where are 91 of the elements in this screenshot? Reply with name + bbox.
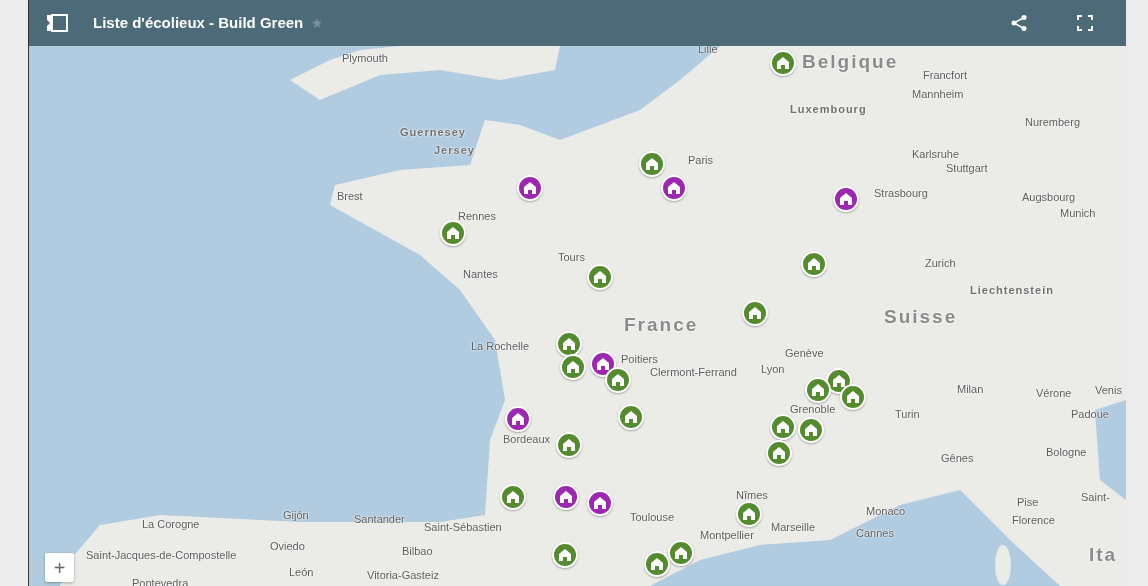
house-icon bbox=[772, 446, 786, 460]
fullscreen-icon[interactable] bbox=[1076, 14, 1094, 32]
map-label: Tours bbox=[558, 252, 585, 263]
house-icon bbox=[846, 390, 860, 404]
map-label: Gijón bbox=[283, 510, 309, 521]
map-label: Montpellier bbox=[700, 530, 754, 541]
house-icon bbox=[811, 383, 825, 397]
map-label: Grenoble bbox=[790, 404, 836, 415]
map-label: Suisse bbox=[884, 307, 958, 326]
house-icon bbox=[523, 181, 537, 195]
house-icon bbox=[807, 257, 821, 271]
map-label: Gênes bbox=[941, 453, 974, 464]
house-icon bbox=[776, 56, 790, 70]
map-label: La Rochelle bbox=[471, 341, 530, 352]
house-icon bbox=[804, 423, 818, 437]
map-label: Munich bbox=[1060, 208, 1096, 219]
house-icon bbox=[446, 226, 460, 240]
house-icon bbox=[832, 374, 846, 388]
house-icon bbox=[645, 157, 659, 171]
map-label: León bbox=[289, 567, 314, 578]
map-label: France bbox=[624, 315, 699, 334]
map-label: Mannheim bbox=[912, 89, 964, 100]
share-icon[interactable] bbox=[1010, 14, 1028, 32]
map-label: Saint- bbox=[1081, 492, 1110, 503]
map-label: Turin bbox=[895, 409, 920, 420]
house-icon bbox=[674, 546, 688, 560]
map-label: Nîmes bbox=[736, 490, 768, 501]
map-label: Saint-Jacques-de-Compostelle bbox=[86, 550, 237, 561]
house-icon bbox=[839, 192, 853, 206]
map-label: Nantes bbox=[463, 269, 498, 280]
map-label: Luxembourg bbox=[790, 104, 867, 115]
map-label: Monaco bbox=[866, 506, 906, 517]
map-label: Guernesey bbox=[400, 127, 466, 138]
house-icon bbox=[562, 337, 576, 351]
house-icon bbox=[667, 181, 681, 195]
map-label: Nuremberg bbox=[1025, 117, 1081, 128]
map-label: La Corogne bbox=[142, 519, 200, 530]
map-label: Lille bbox=[698, 46, 718, 55]
map-label: Francfort bbox=[923, 70, 967, 81]
map-label: Zurich bbox=[925, 258, 956, 269]
house-icon bbox=[650, 557, 664, 571]
house-icon bbox=[748, 306, 762, 320]
map-label: Marseille bbox=[771, 522, 815, 533]
map-label: Clermont-Ferrand bbox=[650, 367, 737, 378]
map-label: Rennes bbox=[458, 211, 496, 222]
sidebar-toggle-icon[interactable] bbox=[45, 13, 69, 33]
map-label: Oviedo bbox=[270, 541, 305, 552]
map-label: Karlsruhe bbox=[912, 149, 960, 160]
map-label: Vitoria-Gasteiz bbox=[367, 570, 439, 581]
map-label: Bilbao bbox=[402, 546, 433, 557]
map-label: Plymouth bbox=[342, 53, 388, 64]
map-label: Saint-Sébastien bbox=[424, 522, 502, 533]
map-label: Stuttgart bbox=[946, 163, 988, 174]
house-icon bbox=[558, 548, 572, 562]
map-label: Bologne bbox=[1046, 447, 1087, 458]
house-icon bbox=[566, 360, 580, 374]
map-label: Bordeaux bbox=[503, 434, 551, 445]
map-title: Liste d'écolieux - Build Green bbox=[93, 12, 304, 33]
house-icon bbox=[742, 507, 756, 521]
map-label: Brest bbox=[337, 191, 363, 202]
map-label: Strasbourg bbox=[874, 188, 928, 199]
map-label: Padoue bbox=[1071, 409, 1109, 420]
house-icon bbox=[611, 373, 625, 387]
house-icon bbox=[624, 410, 638, 424]
map-label: Paris bbox=[688, 155, 714, 166]
map-label: Venis bbox=[1095, 385, 1122, 396]
map-label: Florence bbox=[1012, 515, 1055, 526]
map-label: Cannes bbox=[856, 528, 894, 539]
map-label: Belgique bbox=[802, 52, 899, 71]
map-label: Santander bbox=[354, 514, 405, 525]
house-icon bbox=[593, 270, 607, 284]
map-label: Ita bbox=[1089, 545, 1118, 564]
house-icon bbox=[506, 490, 520, 504]
house-icon bbox=[559, 490, 573, 504]
map-label: Lyon bbox=[761, 364, 785, 375]
map-label: Jersey bbox=[434, 145, 475, 156]
map-label: Vérone bbox=[1036, 388, 1072, 399]
house-icon bbox=[511, 412, 525, 426]
map-label: Liechtenstein bbox=[970, 285, 1054, 296]
house-icon bbox=[593, 496, 607, 510]
map-label: Toulouse bbox=[630, 512, 675, 523]
map-label: Genève bbox=[785, 348, 824, 359]
house-icon bbox=[776, 420, 790, 434]
map-label: Poitiers bbox=[621, 354, 658, 365]
star-icon[interactable] bbox=[311, 17, 324, 29]
map-label: Pise bbox=[1017, 497, 1039, 508]
house-icon bbox=[596, 357, 610, 371]
map-label: Milan bbox=[957, 384, 984, 395]
map-label: Augsbourg bbox=[1022, 192, 1076, 203]
house-icon bbox=[562, 438, 576, 452]
zoom-in-button[interactable]: + bbox=[45, 553, 74, 582]
